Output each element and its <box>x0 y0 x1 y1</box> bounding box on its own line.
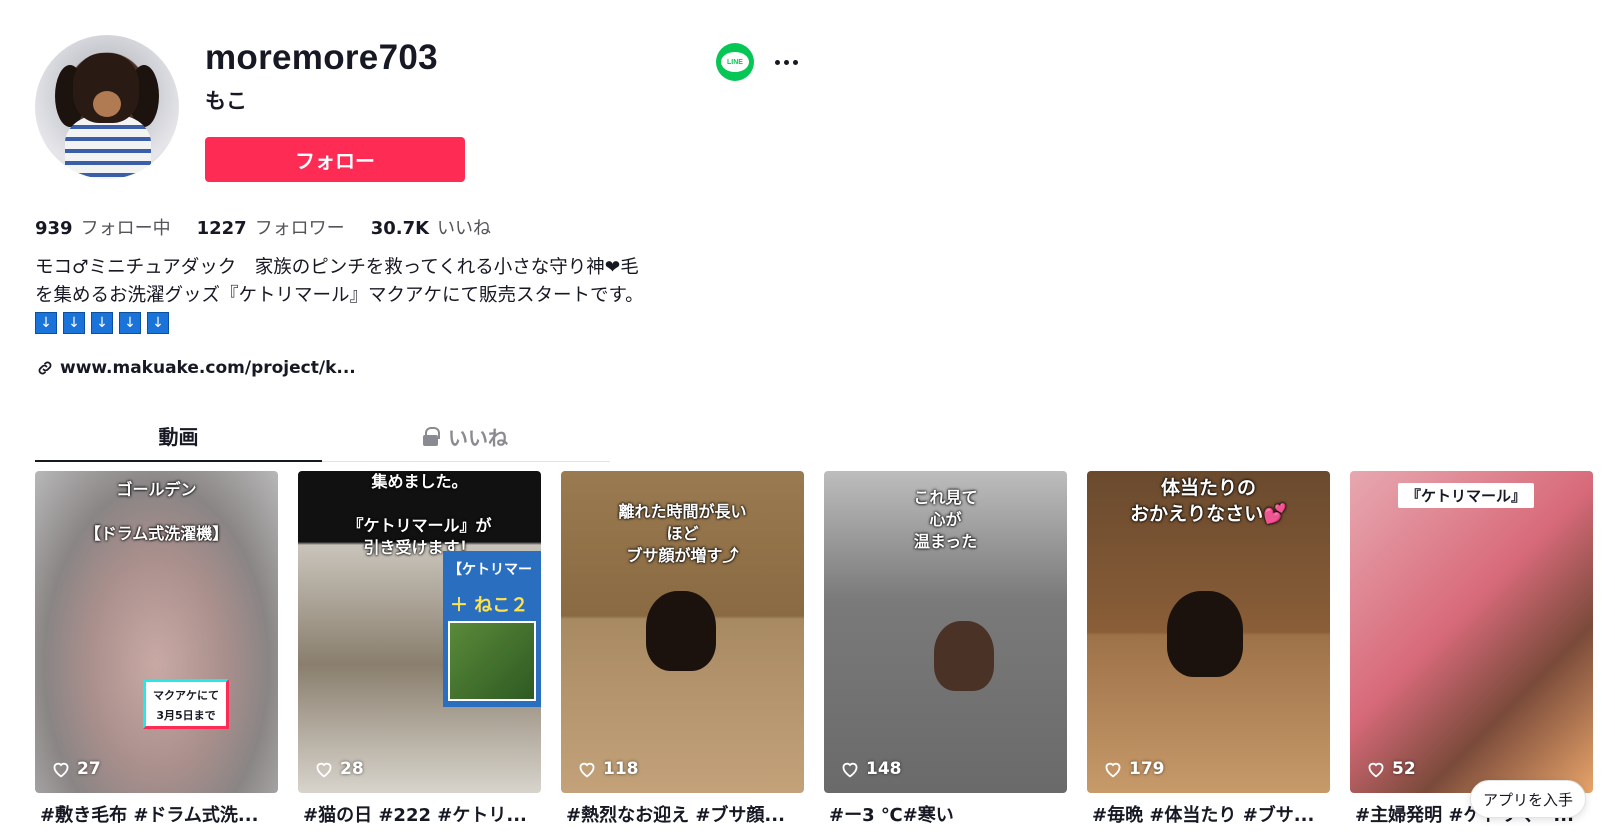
video-caption: 離れた時間が長い ほど ブサ顔が増す⤴ <box>618 502 747 565</box>
video-likes-count: 52 <box>1392 759 1416 779</box>
video-likes: 148 <box>840 759 902 779</box>
heart-outline-icon <box>579 762 595 778</box>
more-options-icon[interactable] <box>770 48 802 76</box>
video-caption: ゴールデン 【ドラム式洗濯機】 <box>84 480 229 543</box>
profile-username: moremore703 <box>205 38 438 77</box>
dog-figure <box>646 591 716 671</box>
video-card[interactable]: ゴールデン 【ドラム式洗濯機】 マクアケにて 3月5日まで 27 #敷き毛布 #… <box>35 471 278 827</box>
stat-likes-count: 30.7K <box>370 218 430 239</box>
video-description[interactable]: #毎晩 #体当たり #ブサ... <box>1087 801 1330 827</box>
avatar-body <box>65 115 151 179</box>
heart-outline-icon <box>1105 762 1121 778</box>
more-dot <box>792 59 798 65</box>
video-card[interactable]: 『ケトリマール』 52 #主婦発明 #ケトリマー... <box>1350 471 1593 827</box>
video-tag: 『ケトリマール』 <box>1398 483 1535 508</box>
lock-icon <box>423 426 440 446</box>
video-likes: 118 <box>577 759 639 779</box>
stat-followers-count: 1227 <box>196 218 247 239</box>
profile-link[interactable]: www.makuake.com/project/k... <box>36 358 356 378</box>
dog-figure <box>934 621 994 691</box>
tab-liked[interactable]: いいね <box>322 410 609 462</box>
profile-stats: 939 フォロー中 1227 フォロワー 30.7K いいね <box>35 214 491 240</box>
video-card[interactable]: これ見て 心が 温まった 148 #ー3 ℃#寒い <box>824 471 1067 827</box>
video-thumbnail[interactable]: 『ケトリマール』 52 <box>1350 471 1593 793</box>
line-icon-label: LINE <box>721 52 749 72</box>
video-panel-image <box>448 621 536 701</box>
video-likes: 52 <box>1366 759 1416 779</box>
video-likes-count: 179 <box>1129 759 1165 779</box>
video-thumbnail[interactable]: これ見て 心が 温まった 148 <box>824 471 1067 793</box>
down-arrow-icon: ↓ <box>91 312 113 334</box>
link-icon <box>38 361 52 375</box>
heart-outline-icon <box>316 762 332 778</box>
video-thumbnail[interactable]: 体当たりの おかえりなさい💕 179 <box>1087 471 1330 793</box>
video-description[interactable]: #熱烈なお迎え #ブサ顔... <box>561 801 804 827</box>
down-arrow-icon: ↓ <box>35 312 57 334</box>
down-arrow-icon: ↓ <box>147 312 169 334</box>
video-thumbnail[interactable]: ゴールデン 【ドラム式洗濯機】 マクアケにて 3月5日まで 27 <box>35 471 278 793</box>
tab-videos[interactable]: 動画 <box>35 410 322 462</box>
stat-following[interactable]: 939 フォロー中 <box>35 214 171 240</box>
get-app-button[interactable]: アプリを入手 <box>1470 780 1587 818</box>
line-share-icon[interactable]: LINE <box>716 43 754 81</box>
video-description[interactable]: #猫の日 #222 #ケトリ... <box>298 801 541 827</box>
bio-arrows: ↓ ↓ ↓ ↓ ↓ <box>35 312 695 334</box>
stat-likes: 30.7K いいね <box>371 214 491 240</box>
stat-likes-label: いいね <box>437 218 492 239</box>
video-card[interactable]: 離れた時間が長い ほど ブサ顔が増す⤴ 118 #熱烈なお迎え #ブサ顔... <box>561 471 804 827</box>
video-badge-text: マクアケにて 3月5日まで <box>153 689 219 722</box>
heart-outline-icon <box>1368 762 1384 778</box>
video-card[interactable]: 体当たりの おかえりなさい💕 179 #毎晩 #体当たり #ブサ... <box>1087 471 1330 827</box>
profile-nickname: もこ <box>205 89 247 113</box>
video-description[interactable]: #ー3 ℃#寒い <box>824 801 1067 827</box>
bio-line: モコ♂ミニチュアダック 家族のピンチを救ってくれる小さな守り神❤毛 <box>35 257 639 278</box>
follow-button[interactable]: フォロー <box>205 137 465 182</box>
stat-followers-label: フォロワー <box>254 218 345 239</box>
heart-outline-icon <box>842 762 858 778</box>
video-likes-count: 148 <box>866 759 902 779</box>
video-card[interactable]: 集めました。 『ケトリマール』が 引き受けます！ 【ケトリマー ＋ ねこ２ 28… <box>298 471 541 827</box>
video-likes-count: 28 <box>340 759 364 779</box>
more-dot <box>774 59 780 65</box>
more-dot <box>783 59 789 65</box>
profile-tabs: 動画 いいね <box>35 410 610 462</box>
video-panel-text: 【ケトリマー <box>448 562 532 578</box>
video-caption: 体当たりの おかえりなさい💕 <box>1130 477 1287 525</box>
video-description[interactable]: #敷き毛布 #ドラム式洗... <box>35 801 278 827</box>
bio-line: を集めるお洗濯グッズ『ケトリマール』マクアケにて販売スタートです。 <box>35 285 644 306</box>
video-grid: ゴールデン 【ドラム式洗濯機】 マクアケにて 3月5日まで 27 #敷き毛布 #… <box>35 471 1593 827</box>
down-arrow-icon: ↓ <box>63 312 85 334</box>
video-thumbnail[interactable]: 離れた時間が長い ほど ブサ顔が増す⤴ 118 <box>561 471 804 793</box>
video-caption: 集めました。 『ケトリマール』が 引き受けます！ <box>347 472 492 557</box>
video-thumbnail[interactable]: 集めました。 『ケトリマール』が 引き受けます！ 【ケトリマー ＋ ねこ２ 28 <box>298 471 541 793</box>
video-caption: これ見て 心が 温まった <box>913 488 978 551</box>
video-likes: 27 <box>51 759 101 779</box>
tab-liked-label: いいね <box>448 425 508 450</box>
profile-bio: モコ♂ミニチュアダック 家族のピンチを救ってくれる小さな守り神❤毛 を集めるお洗… <box>35 254 695 334</box>
stat-following-count: 939 <box>35 218 73 239</box>
video-badge: マクアケにて 3月5日まで <box>143 679 229 729</box>
profile-link-text: www.makuake.com/project/k... <box>60 358 356 378</box>
avatar-snout <box>93 91 121 117</box>
down-arrow-icon: ↓ <box>119 312 141 334</box>
video-likes-count: 118 <box>603 759 639 779</box>
video-likes: 28 <box>314 759 364 779</box>
video-likes-count: 27 <box>77 759 101 779</box>
dog-figure <box>1167 591 1243 677</box>
stat-followers[interactable]: 1227 フォロワー <box>197 214 345 240</box>
profile-avatar[interactable] <box>35 35 179 179</box>
video-panel-text: ＋ ねこ２ <box>450 595 529 616</box>
heart-outline-icon <box>53 762 69 778</box>
video-likes: 179 <box>1103 759 1165 779</box>
stat-following-label: フォロー中 <box>80 218 171 239</box>
